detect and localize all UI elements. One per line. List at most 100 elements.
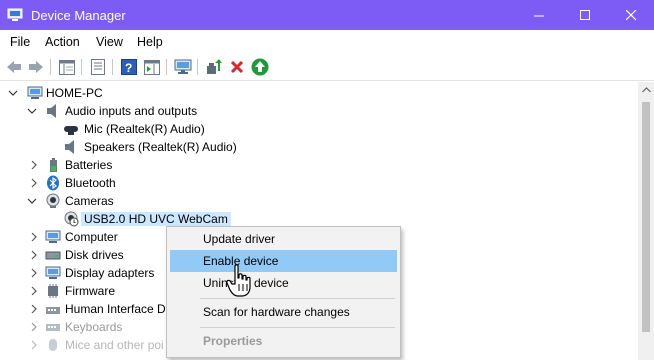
menu-properties[interactable]: Properties — [170, 330, 397, 352]
menu-scan-hardware[interactable]: Scan for hardware changes — [170, 301, 397, 323]
disabled-camera-icon — [64, 211, 79, 227]
chevron-up-icon — [641, 87, 651, 93]
tree-item-audio[interactable]: Audio inputs and outputs — [0, 102, 638, 120]
update-driver-button[interactable] — [205, 58, 223, 76]
menu-uninstall-device[interactable]: Uninst device — [170, 272, 397, 294]
enable-device-button[interactable] — [251, 58, 269, 76]
computer-icon — [45, 230, 61, 243]
speaker-icon — [47, 104, 56, 118]
svg-text:?: ? — [125, 61, 132, 75]
scan-hardware-button[interactable] — [174, 58, 192, 76]
battery-icon — [50, 158, 57, 172]
minimize-icon — [533, 15, 544, 16]
forward-button[interactable] — [27, 58, 45, 76]
enable-device-icon — [251, 58, 269, 76]
console-tree-button[interactable] — [58, 58, 76, 76]
tree-item-label: Speakers (Realtek(R) Audio) — [84, 140, 237, 154]
toolbar-separator — [112, 59, 113, 75]
hand-cursor-icon — [226, 264, 251, 297]
bluetooth-icon — [47, 175, 59, 191]
chevron-down-icon[interactable] — [8, 88, 18, 98]
menu-item-label: device — [254, 276, 289, 290]
tree-item-label: Human Interface De — [65, 302, 173, 316]
toolbar-separator — [81, 59, 82, 75]
microphone-icon — [64, 126, 78, 135]
uninstall-x-icon — [230, 60, 244, 74]
tree-item-label: USB2.0 HD UVC WebCam — [81, 212, 231, 226]
back-icon — [7, 61, 21, 73]
help-icon: ? — [121, 59, 137, 75]
chevron-right-icon[interactable] — [29, 250, 39, 260]
mouse-icon — [49, 339, 57, 351]
menu-action[interactable]: Action — [45, 35, 80, 49]
tree-item-label: Batteries — [65, 158, 113, 172]
menu-help[interactable]: Help — [137, 35, 163, 49]
vertical-scrollbar[interactable] — [638, 82, 654, 360]
chevron-right-icon[interactable] — [29, 178, 39, 188]
uninstall-button[interactable] — [228, 58, 246, 76]
toolbar: ? — [0, 54, 654, 81]
menu-separator — [200, 298, 395, 299]
back-button[interactable] — [5, 58, 23, 76]
hid-icon — [46, 307, 60, 314]
chevron-right-icon[interactable] — [29, 304, 39, 314]
monitor-icon — [174, 59, 192, 74]
menu-enable-device[interactable]: Enable device — [170, 250, 397, 272]
tree-item-label: Disk drives — [65, 248, 124, 262]
forward-icon — [29, 61, 43, 73]
tree-item-label: Mice and other poi — [65, 338, 164, 352]
toolbar-separator — [197, 59, 198, 75]
tree-item-label: Audio inputs and outputs — [65, 104, 198, 118]
tree-item-label: Display adapters — [65, 266, 155, 280]
maximize-icon — [579, 9, 590, 20]
help-button[interactable]: ? — [120, 58, 138, 76]
tree-item-label: Firmware — [65, 284, 115, 298]
tree-root-label: HOME-PC — [46, 86, 103, 100]
camera-icon — [46, 193, 60, 208]
close-button[interactable] — [608, 0, 654, 30]
tree-item-batteries[interactable]: Batteries — [0, 156, 638, 174]
tree-item-cameras[interactable]: Cameras — [0, 192, 638, 210]
chevron-right-icon[interactable] — [29, 286, 39, 296]
chevron-right-icon[interactable] — [29, 232, 39, 242]
menu-item-label: Scan for hardware changes — [203, 305, 350, 319]
tree-item-label: Computer — [65, 230, 118, 244]
menu-update-driver[interactable]: Update driver — [170, 228, 397, 250]
keyboard-icon — [46, 324, 60, 331]
menu-separator — [200, 327, 395, 328]
show-action-pane-icon — [144, 59, 160, 75]
maximize-button[interactable] — [562, 0, 608, 30]
context-menu: Update driver Enable device Uninst devic… — [166, 226, 401, 358]
update-driver-icon — [207, 59, 222, 74]
menu-item-label: Update driver — [203, 232, 276, 246]
scroll-thumb[interactable] — [642, 102, 650, 332]
tree-item-label: Cameras — [65, 194, 114, 208]
scroll-up-button[interactable] — [638, 82, 654, 98]
tree-root[interactable]: HOME-PC — [0, 84, 638, 102]
chevron-down-icon[interactable] — [27, 106, 37, 116]
tree-item-mic[interactable]: Mic (Realtek(R) Audio) — [0, 120, 638, 138]
computer-icon — [27, 86, 43, 99]
disk-drive-icon — [45, 251, 61, 260]
tree-item-label: Bluetooth — [65, 176, 116, 190]
chevron-right-icon[interactable] — [29, 160, 39, 170]
menu-file[interactable]: File — [10, 35, 30, 49]
menu-item-label: Properties — [203, 334, 263, 348]
device-manager-icon — [7, 8, 23, 21]
tree-item-speakers[interactable]: Speakers (Realtek(R) Audio) — [0, 138, 638, 156]
title-bar[interactable]: Device Manager — [0, 0, 654, 30]
chevron-right-icon[interactable] — [29, 268, 39, 278]
chevron-down-icon[interactable] — [27, 196, 37, 206]
minimize-button[interactable] — [516, 0, 562, 30]
tree-item-label: Keyboards — [65, 320, 123, 334]
toolbar-separator — [166, 59, 167, 75]
chevron-right-icon[interactable] — [29, 322, 39, 332]
chevron-right-icon[interactable] — [29, 340, 39, 350]
properties-button[interactable] — [89, 58, 107, 76]
close-icon — [625, 9, 636, 20]
action-pane-button[interactable] — [143, 58, 161, 76]
toolbar-separator — [50, 59, 51, 75]
tree-item-bluetooth[interactable]: Bluetooth — [0, 174, 638, 192]
menu-view[interactable]: View — [96, 35, 123, 49]
show-hide-console-tree-icon — [59, 59, 75, 75]
